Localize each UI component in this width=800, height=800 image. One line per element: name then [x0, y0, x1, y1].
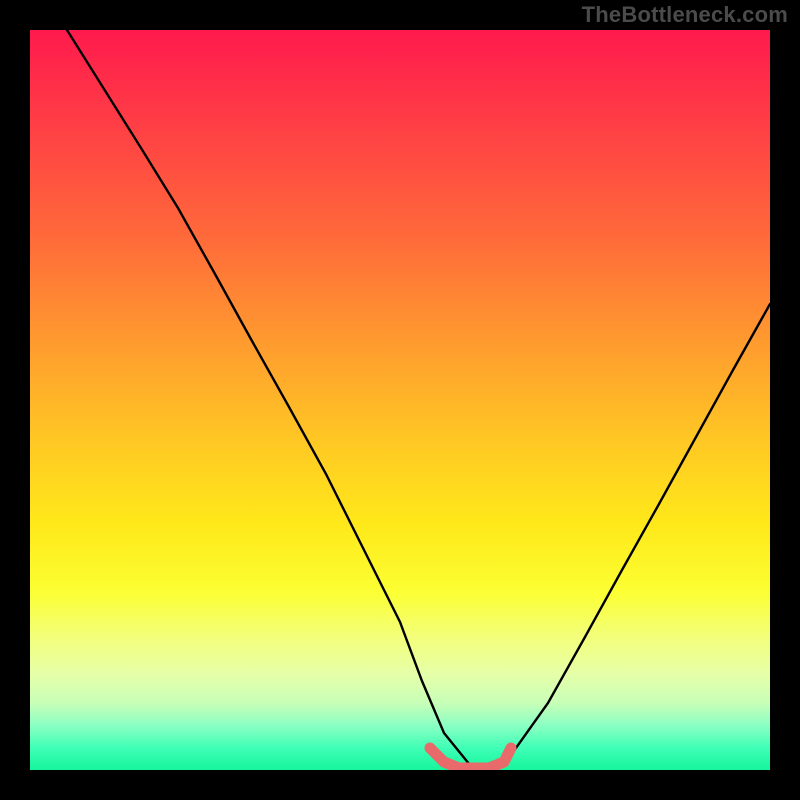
plot-area [30, 30, 770, 770]
chart-frame: TheBottleneck.com [0, 0, 800, 800]
optimal-band-line [430, 748, 511, 768]
attribution-label: TheBottleneck.com [582, 2, 788, 28]
curve-layer [30, 30, 770, 770]
bottleneck-curve-line [67, 30, 770, 770]
